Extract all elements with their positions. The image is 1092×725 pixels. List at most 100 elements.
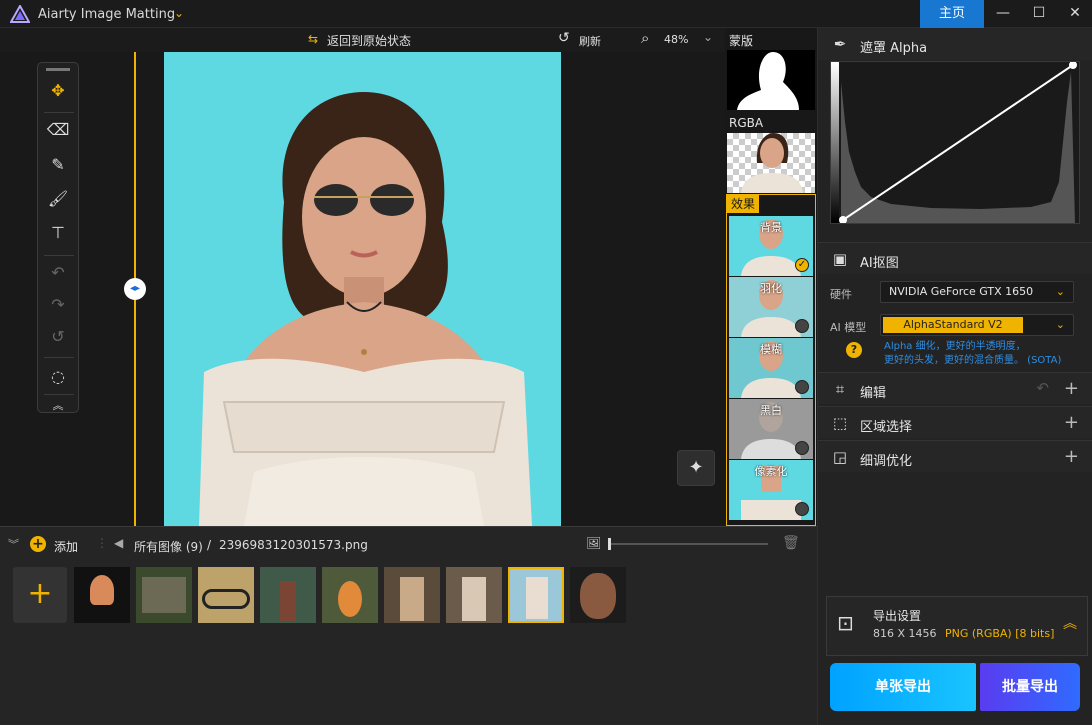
all-images-link[interactable]: 所有图像 (9): [134, 538, 203, 555]
file-thumbnail[interactable]: [74, 567, 130, 623]
file-thumbnail[interactable]: [322, 567, 378, 623]
eyedropper-icon: ✒: [833, 35, 847, 53]
selection-icon[interactable]: ◌: [46, 365, 70, 389]
rgba-thumbnail[interactable]: [727, 133, 815, 193]
rgba-label: RGBA: [729, 116, 764, 130]
region-select-header[interactable]: ⬚ 区域选择 +: [818, 406, 1092, 438]
zoom-icon[interactable]: ⌕: [641, 29, 649, 47]
model-select[interactable]: AlphaStandard V2 ⌄: [880, 314, 1074, 336]
undo-icon[interactable]: ↶: [1036, 379, 1049, 397]
hardware-value: NVIDIA GeForce GTX 1650: [889, 285, 1034, 298]
revert-button[interactable]: 返回到原始状态: [327, 32, 411, 49]
unselected-dot-icon: [795, 441, 809, 455]
add-icon[interactable]: +: [30, 536, 46, 552]
file-thumbnail[interactable]: [446, 567, 502, 623]
main-image[interactable]: [164, 52, 561, 526]
model-description-2: 更好的头发，更好的混合质量。 (SOTA): [884, 355, 1062, 366]
single-export-button[interactable]: 单张导出: [830, 663, 976, 711]
plus-icon[interactable]: +: [1064, 378, 1079, 399]
effect-label: 背景: [760, 221, 782, 234]
minimize-icon[interactable]: —: [985, 0, 1021, 28]
batch-export-button[interactable]: 批量导出: [980, 663, 1080, 711]
move-tool-icon[interactable]: ✥: [46, 79, 70, 103]
app-window: Aiarty Image Matting ⌄ 主页 — ☐ ✕ ⇆ 返回到原始状…: [0, 0, 1092, 725]
plus-icon[interactable]: +: [1064, 412, 1079, 433]
file-thumbnail[interactable]: [384, 567, 440, 623]
refine-header[interactable]: ◲ 细调优化 +: [818, 440, 1092, 472]
hardware-label: 硬件: [830, 288, 852, 301]
app-logo-icon: [10, 5, 30, 23]
refine-icon: ◲: [832, 448, 848, 466]
alpha-curve-editor[interactable]: [830, 61, 1080, 224]
mask-alpha-header[interactable]: ✒ 遮罩 Alpha: [818, 28, 1092, 60]
export-format: PNG (RGBA) [8 bits]: [945, 627, 1055, 640]
divider: ⋮: [96, 536, 108, 550]
zoom-chevron-icon[interactable]: ⌄: [703, 30, 713, 44]
export-settings[interactable]: ⊡ 导出设置 816 X 1456 PNG (RGBA) [8 bits] ︽: [826, 596, 1088, 656]
effect-label: 模糊: [760, 343, 782, 356]
file-thumbnail[interactable]: [570, 567, 626, 623]
trash-icon[interactable]: 🗑: [782, 535, 800, 551]
export-size: 816 X 1456: [873, 627, 937, 640]
unselected-dot-icon: [795, 380, 809, 394]
view-thumbnails: 蒙版 RGBA 效果 背景 ✓ 羽化 模糊 黑白 像素化: [725, 28, 817, 526]
effect-grayscale[interactable]: 黑白: [729, 399, 813, 459]
collapse-up-icon[interactable]: ︽: [46, 394, 70, 418]
hardware-select[interactable]: NVIDIA GeForce GTX 1650 ⌄: [880, 281, 1074, 303]
image-icon: 🖼: [586, 536, 602, 550]
edit-header[interactable]: ⌗ 编辑 ↶ +: [818, 372, 1092, 404]
model-label: AI 模型: [830, 321, 867, 334]
model-value: AlphaStandard V2: [883, 317, 1023, 333]
right-panel: ✒ 遮罩 Alpha ▣ AI抠图 硬件 NVIDIA GeForce GTX …: [817, 28, 1092, 725]
path-separator: /: [207, 538, 212, 552]
dashed-select-icon: ⬚: [832, 414, 848, 432]
effects-group: 效果 背景 ✓ 羽化 模糊 黑白 像素化: [726, 194, 816, 526]
collapse-up-icon[interactable]: ︽: [1063, 613, 1077, 633]
export-settings-icon: ⊡: [837, 611, 854, 635]
effect-feather[interactable]: 羽化: [729, 277, 813, 337]
tool-palette: ✥ ⌫ ✎ 🖌 ⊤ ↶ ↷ ↺ ◌ ︽: [37, 62, 79, 413]
mask-silhouette: [737, 52, 799, 110]
ai-matting-header[interactable]: ▣ AI抠图: [818, 242, 1092, 274]
zoom-level[interactable]: 48%: [664, 33, 688, 46]
mask-alpha-title: 遮罩 Alpha: [860, 41, 928, 56]
brush-icon[interactable]: ✎: [46, 153, 70, 177]
plus-icon[interactable]: +: [1064, 446, 1079, 467]
effect-label: 黑白: [760, 404, 782, 417]
refresh-button[interactable]: 刷新: [579, 33, 601, 49]
close-icon[interactable]: ✕: [1057, 0, 1092, 28]
chevron-down-icon[interactable]: ⌄: [174, 6, 184, 20]
add-button[interactable]: 添加: [54, 538, 78, 555]
swap-arrows-icon[interactable]: ⇆: [308, 32, 318, 46]
home-button[interactable]: 主页: [920, 0, 984, 28]
effect-label: 羽化: [760, 282, 782, 295]
ai-sparkle-button[interactable]: ✦: [677, 450, 715, 486]
maximize-icon[interactable]: ☐: [1021, 0, 1057, 28]
unselected-dot-icon: [795, 502, 809, 516]
undo-icon[interactable]: ↶: [46, 261, 70, 285]
roller-icon[interactable]: ⊤: [46, 221, 70, 245]
split-handle-icon[interactable]: ◂▸: [124, 278, 146, 300]
eraser-icon[interactable]: ⌫: [46, 118, 70, 142]
redo-icon[interactable]: ↷: [46, 293, 70, 317]
paint-brush-icon[interactable]: 🖌: [46, 187, 70, 211]
file-thumbnail[interactable]: [260, 567, 316, 623]
file-thumbnail-selected[interactable]: [508, 567, 564, 623]
thumbnail-size-slider[interactable]: [608, 543, 768, 545]
refresh-icon[interactable]: ↺: [558, 30, 570, 46]
effect-pixelate[interactable]: 像素化: [729, 460, 813, 520]
collapse-down-icon[interactable]: ︾: [8, 536, 19, 552]
add-image-button[interactable]: +: [13, 567, 67, 623]
effect-background[interactable]: 背景 ✓: [729, 216, 813, 276]
mask-thumbnail[interactable]: [727, 50, 815, 110]
chevron-down-icon: ⌄: [1055, 318, 1065, 331]
file-thumbnail[interactable]: [136, 567, 192, 623]
image-library: ︾ + 添加 ⋮ ◀ 所有图像 (9) / 2396983120301573.p…: [0, 526, 817, 725]
slider-thumb[interactable]: [608, 538, 611, 550]
back-arrow-icon[interactable]: ◀: [114, 536, 123, 550]
effect-blur[interactable]: 模糊: [729, 338, 813, 398]
file-thumbnail[interactable]: [198, 567, 254, 623]
portrait-illustration: [199, 92, 532, 526]
help-icon[interactable]: ?: [846, 342, 862, 358]
reset-icon[interactable]: ↺: [46, 325, 70, 349]
